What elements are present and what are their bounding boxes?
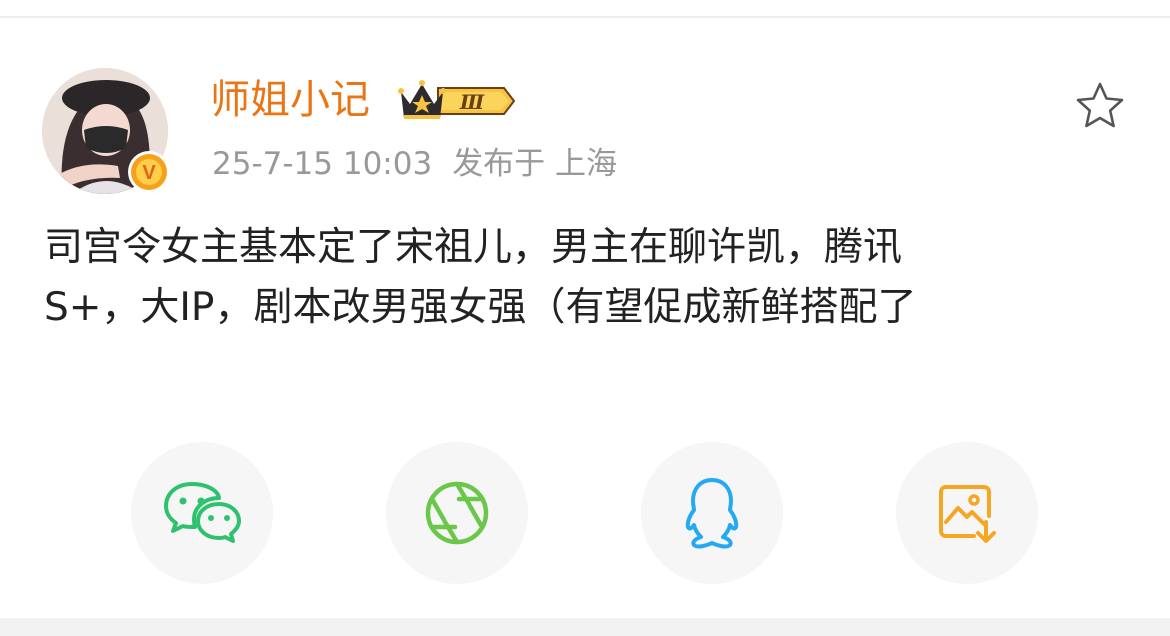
qq-icon: [685, 478, 739, 549]
share-moments-button[interactable]: [386, 442, 528, 584]
favorite-button[interactable]: [1074, 80, 1126, 132]
share-wechat-button[interactable]: [131, 442, 273, 584]
weibo-post-page: V 师姐小记 Ⅲ 25-7-15 10:03 发布于 上海 司宫令女主基本定了宋祖…: [0, 0, 1170, 636]
post-location: 发布于 上海: [452, 146, 618, 182]
post-text-line: S+，大IP，剧本改男强女强（有望促成新鲜搭配了: [44, 285, 917, 330]
post-time: 25-7-15 10:03: [212, 146, 433, 182]
moments-icon: [425, 481, 489, 545]
share-qq-button[interactable]: [641, 442, 783, 584]
post-content: 司宫令女主基本定了宋祖儿，男主在聊许凯，腾讯 S+，大IP，剧本改男强女强（有望…: [44, 218, 1134, 338]
star-outline-icon: [1076, 82, 1124, 128]
save-image-icon: [939, 485, 996, 543]
post-meta: 25-7-15 10:03 发布于 上海: [212, 142, 617, 186]
svg-text:Ⅲ: Ⅲ: [459, 90, 485, 114]
crown-icon: Ⅲ: [398, 80, 516, 119]
svg-text:V: V: [142, 162, 156, 184]
save-image-button[interactable]: [896, 442, 1038, 584]
wechat-icon: [164, 482, 241, 543]
verified-badge: V: [128, 151, 170, 193]
post-text-line: 司宫令女主基本定了宋祖儿，男主在聊许凯，腾讯: [44, 225, 903, 270]
vip-crown-badge[interactable]: Ⅲ: [398, 78, 516, 124]
top-divider: [0, 16, 1170, 18]
bottom-divider: [0, 618, 1170, 636]
author-name[interactable]: 师姐小记: [210, 72, 370, 128]
verified-v-icon: V: [131, 154, 167, 190]
